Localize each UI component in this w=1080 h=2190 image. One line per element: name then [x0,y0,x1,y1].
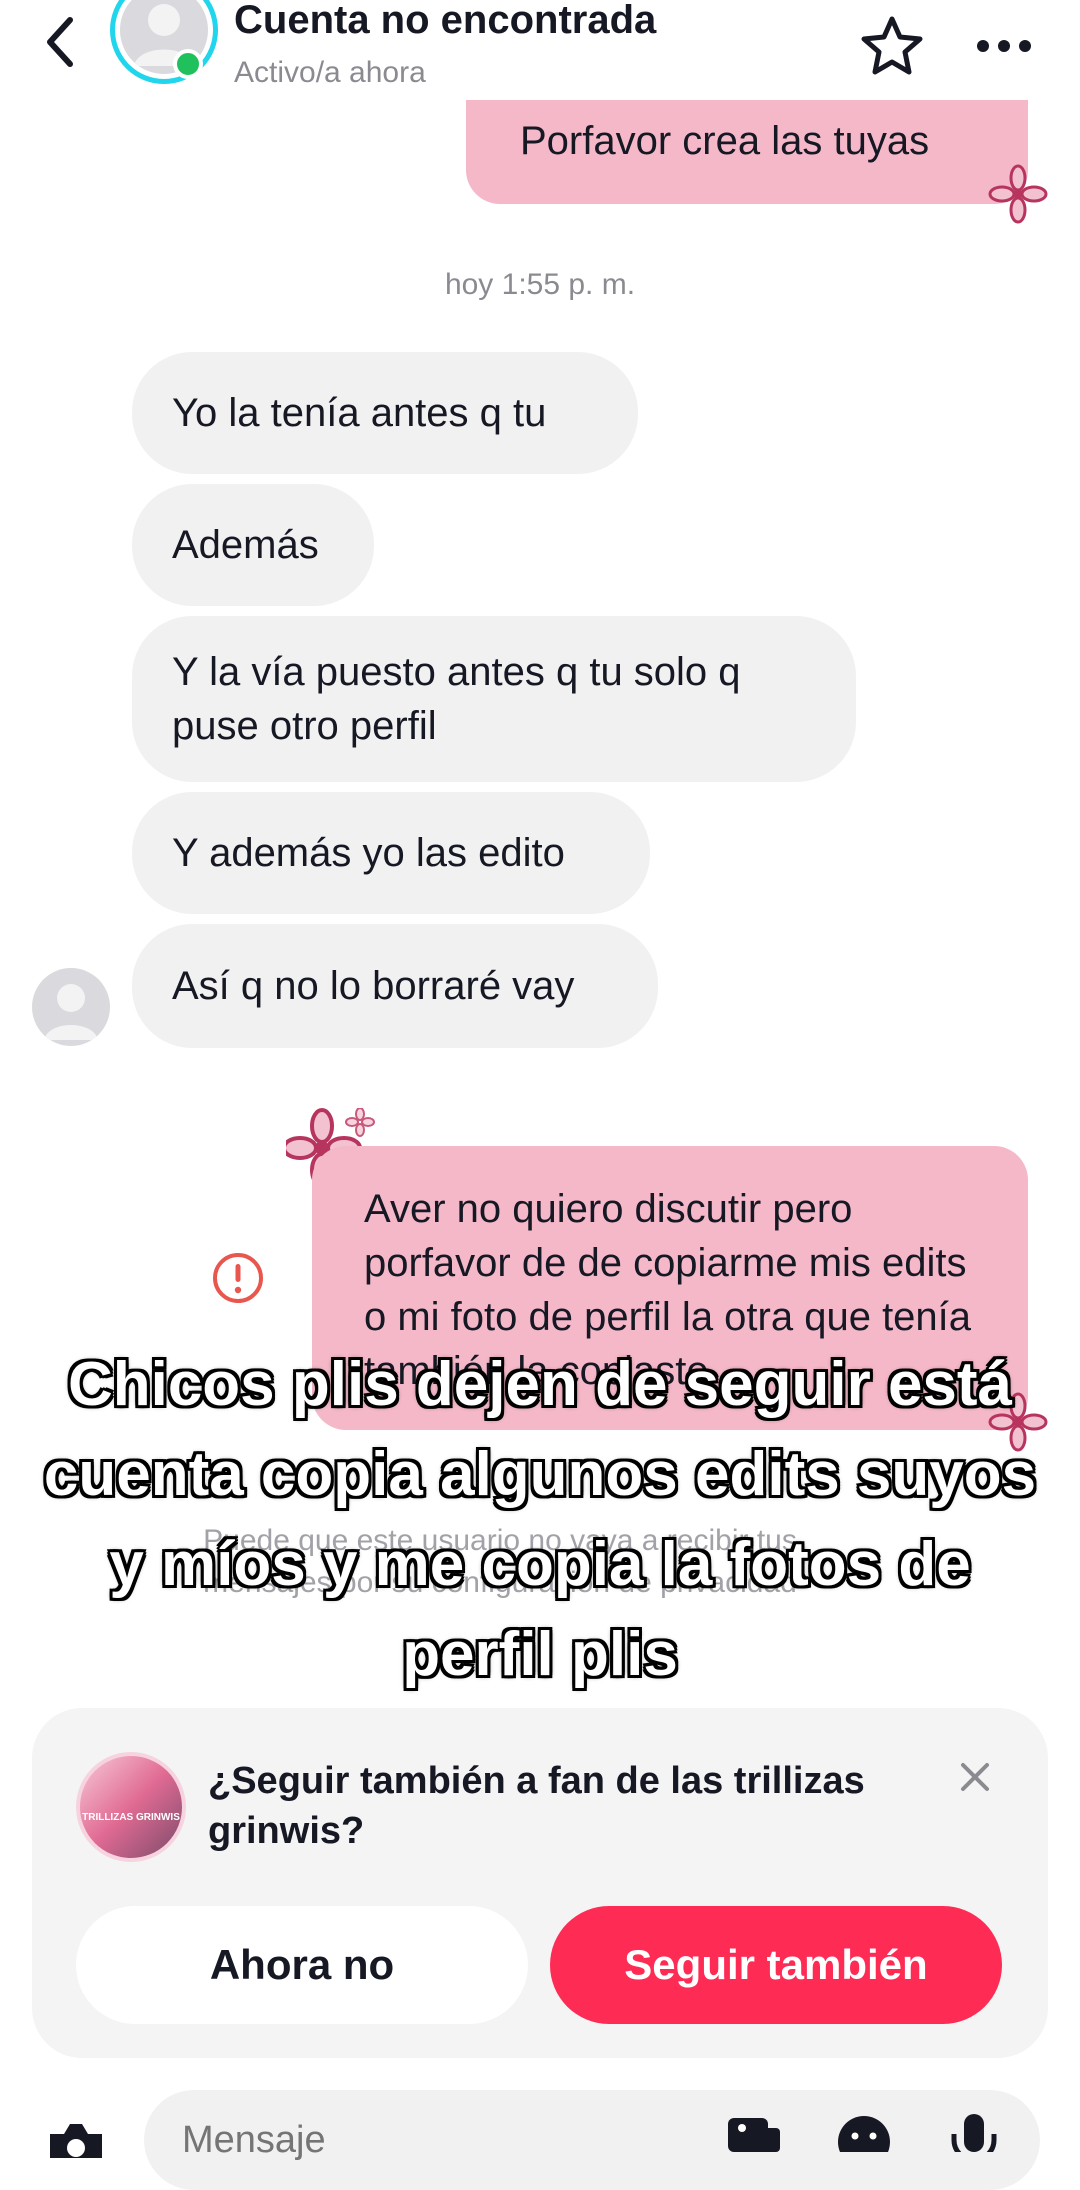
not-now-button[interactable]: Ahora no [76,1906,528,2024]
message-incoming[interactable]: Y además yo las edito [132,792,650,914]
suggestion-text: ¿Seguir también a fan de las trillizas g… [208,1760,865,1852]
sender-avatar[interactable] [32,968,110,1046]
follow-too-button[interactable]: Seguir también [550,1906,1002,2024]
mic-icon[interactable] [944,2112,1004,2152]
avatar-text: TRILLIZAS GRINWIS [82,1812,180,1823]
image-icon[interactable] [724,2112,784,2152]
chat-status: Activo/a ahora [234,56,426,89]
message-outgoing[interactable]: Porfavor crea las tuyas [466,100,1028,204]
message-incoming[interactable]: Además [132,484,374,606]
more-options-button[interactable] [968,10,1040,82]
message-incoming[interactable]: Yo la tenía antes q tu [132,352,638,474]
message-incoming[interactable]: Y la vía puesto antes q tu solo q puse o… [132,616,856,782]
default-avatar-icon [44,984,98,1040]
dismiss-suggestion-button[interactable] [950,1752,1000,1802]
message-text: Porfavor crea las tuyas [520,119,930,163]
more-icon [977,40,1031,52]
video-caption: Chicos plis dejen de seguir está cuenta … [43,1350,1037,1689]
message-text: Además [172,523,319,567]
error-icon [213,1253,263,1303]
star-icon [861,16,923,75]
back-button[interactable] [28,10,92,74]
suggested-account-avatar[interactable]: TRILLIZAS GRINWIS [76,1752,186,1862]
timestamp: hoy 1:55 p. m. [444,268,636,301]
camera-icon[interactable] [44,2118,108,2158]
message-text: Yo la tenía antes q tu [172,391,547,435]
message-text: Y además yo las edito [172,831,565,875]
message-composer[interactable] [144,2090,1040,2190]
message-incoming[interactable]: Así q no lo borraré vay [132,924,658,1048]
message-input[interactable] [180,2118,684,2163]
flower-icon [988,164,1048,224]
message-text: Así q no lo borraré vay [172,964,575,1008]
header-avatar[interactable] [110,0,218,84]
chat-title[interactable]: Cuenta no encontrada [234,0,656,43]
emoji-icon[interactable] [834,2112,894,2152]
close-icon [961,1763,989,1791]
back-arrow-icon [47,17,73,67]
online-indicator [173,49,203,79]
message-text: Y la vía puesto antes q tu solo q puse o… [172,650,741,748]
error-button[interactable] [210,1250,266,1306]
favorite-button[interactable] [856,10,928,82]
